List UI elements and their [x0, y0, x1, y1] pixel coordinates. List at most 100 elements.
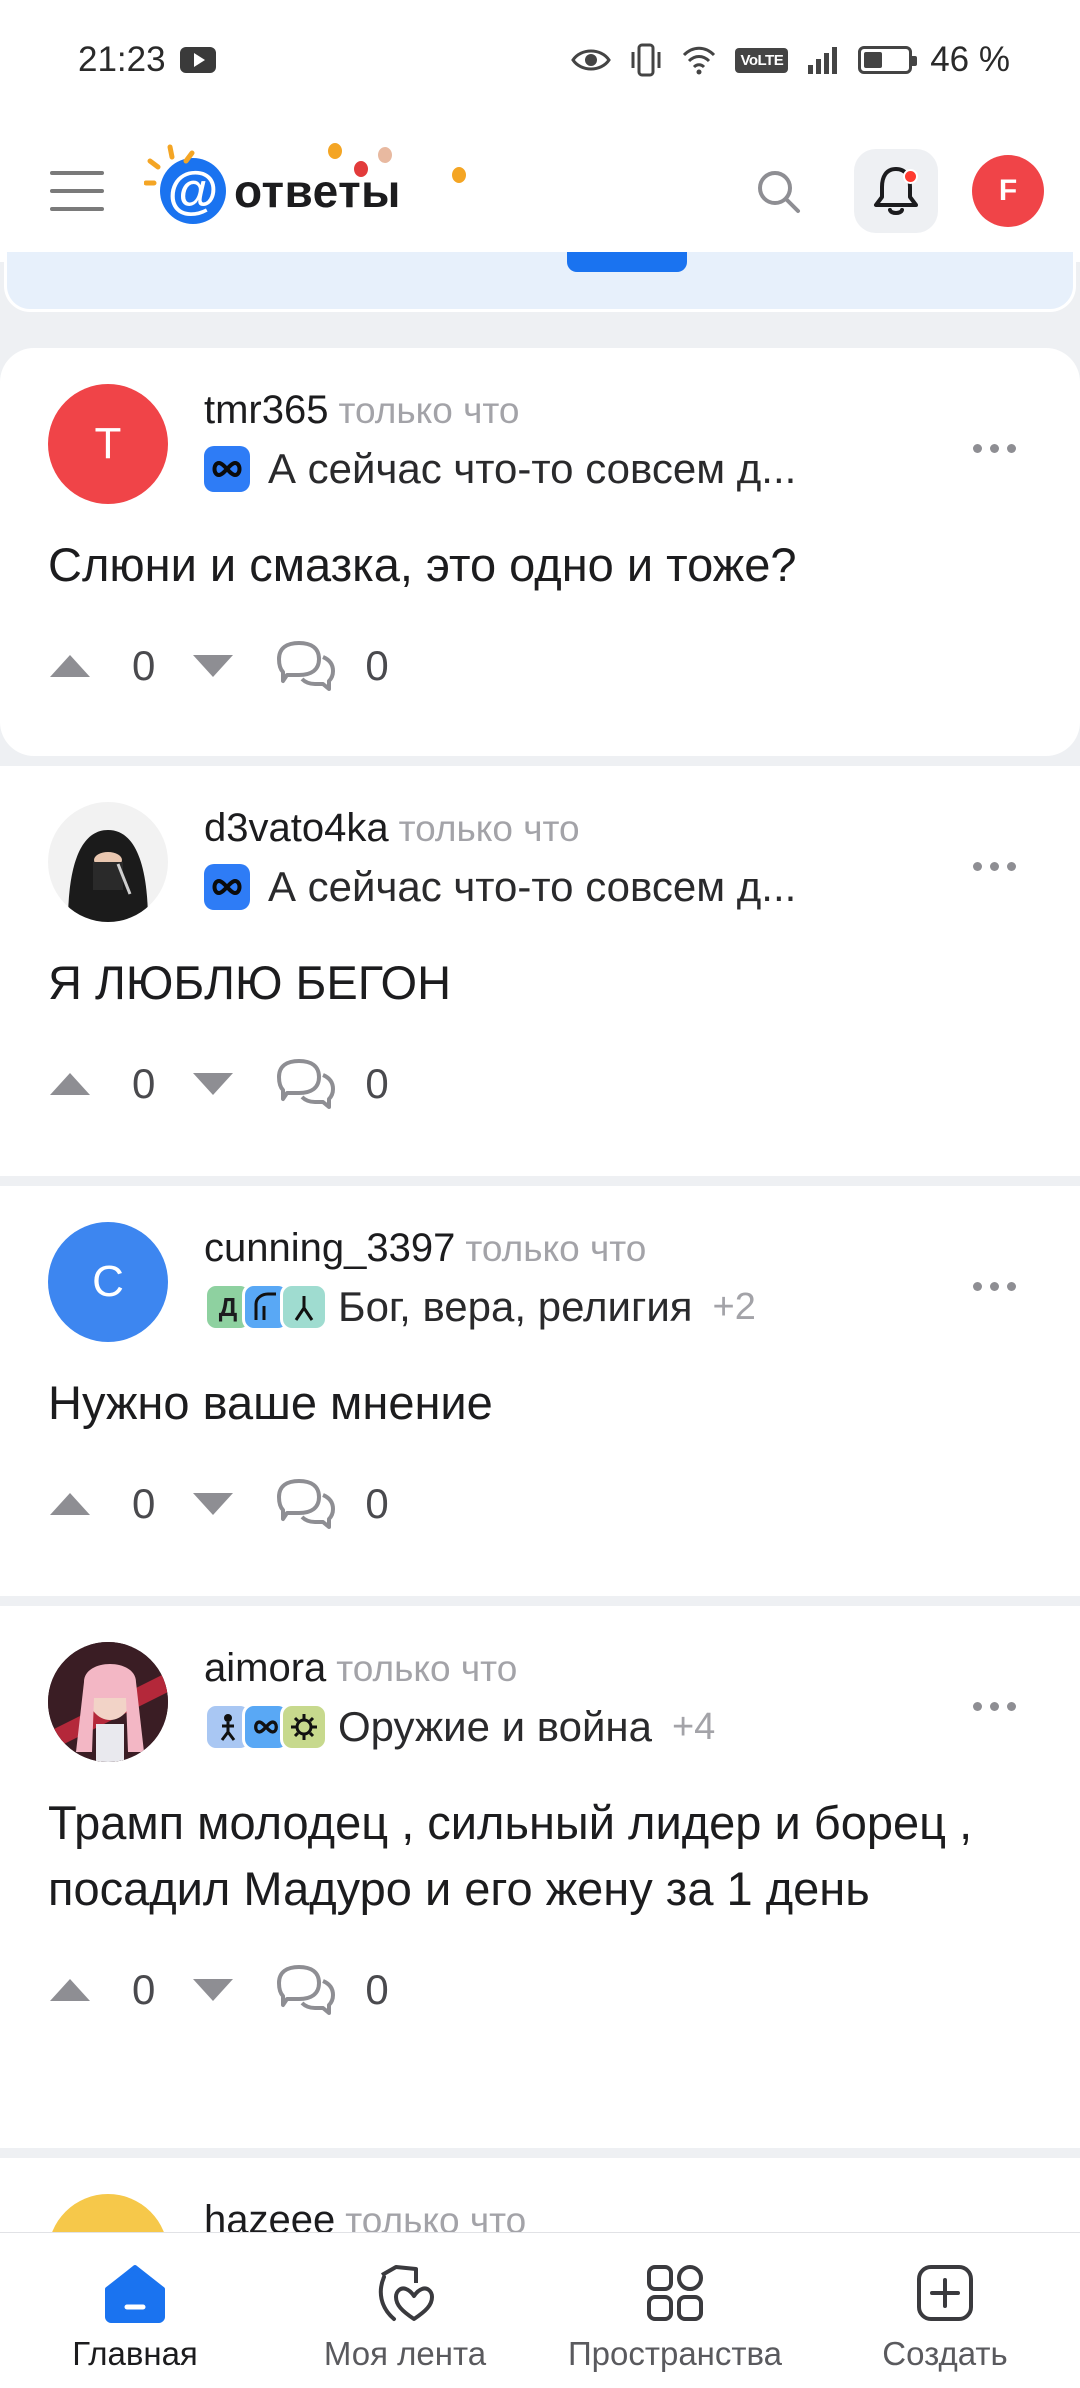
vote-count: 0	[132, 1966, 156, 2013]
battery-icon	[858, 46, 918, 74]
category-name: А сейчас что-то совсем д...	[268, 863, 797, 910]
question-meta: aimora только что Оружие и война +4	[204, 1642, 1032, 1751]
ornament-icon	[452, 167, 466, 183]
status-left: 21:23	[78, 40, 216, 80]
avatar[interactable]	[48, 802, 168, 922]
question-card[interactable]: d3vato4ka только что А сейчас что-то совс…	[0, 766, 1080, 1176]
vote-count: 0	[132, 642, 156, 689]
banner-strip	[0, 252, 1080, 320]
category[interactable]: А сейчас что-то совсем д...	[204, 445, 1032, 493]
more-options-button[interactable]	[973, 862, 1016, 871]
notification-dot	[903, 169, 918, 184]
question-header: T tmr365 только что А сейчас что-то совсе…	[48, 384, 1032, 504]
question-actions: 0 0	[48, 1960, 1032, 2020]
comments-button[interactable]: 0	[275, 1057, 424, 1111]
author-name[interactable]: d3vato4ka	[204, 806, 389, 850]
upvote-icon[interactable]	[48, 1975, 92, 2005]
infinity-icon	[204, 864, 250, 910]
question-title[interactable]: Я ЛЮБЛЮ БЕГОН	[48, 950, 1032, 1016]
status-right: VoLTE 46 %	[571, 40, 1010, 80]
more-options-button[interactable]	[973, 1282, 1016, 1291]
ornament-icon	[328, 143, 342, 159]
nav-feed[interactable]: Моя лента	[280, 2261, 530, 2373]
author-name[interactable]: aimora	[204, 1646, 326, 1690]
avatar[interactable]: T	[48, 384, 168, 504]
ornament-icon	[354, 161, 368, 177]
comment-count: 0	[365, 1480, 389, 1527]
grid-icon	[647, 2265, 703, 2321]
gear-icon	[280, 1703, 328, 1751]
profile-avatar[interactable]: F	[972, 155, 1044, 227]
category-more-count: +2	[712, 1285, 756, 1328]
upvote-icon[interactable]	[48, 1489, 92, 1519]
home-icon	[105, 2265, 165, 2323]
nav-home-label: Главная	[72, 2335, 198, 2372]
upvote-icon[interactable]	[48, 651, 92, 681]
infinity-icon	[204, 446, 250, 492]
downvote-icon[interactable]	[191, 1489, 235, 1519]
menu-button[interactable]	[50, 171, 104, 211]
timestamp: только что	[465, 1228, 647, 1269]
category-icons: Д	[204, 1283, 328, 1331]
comments-button[interactable]: 0	[275, 639, 424, 693]
author-name[interactable]: cunning_3397	[204, 1226, 455, 1270]
question-meta: d3vato4ka только что А сейчас что-то совс…	[204, 802, 1032, 911]
question-card[interactable]: C cunning_3397 только что Д Бог, вера, р…	[0, 1186, 1080, 1596]
vote-count: 0	[132, 1060, 156, 1107]
category[interactable]: Оружие и война +4	[204, 1703, 1032, 1751]
search-button[interactable]	[736, 149, 820, 233]
status-time: 21:23	[78, 40, 166, 79]
category-name: А сейчас что-то совсем д...	[268, 445, 797, 492]
header-actions: F	[736, 149, 1044, 233]
comments-icon	[277, 641, 336, 691]
question-meta: cunning_3397 только что Д Бог, вера, рели…	[204, 1222, 1032, 1331]
promo-banner[interactable]	[4, 252, 1076, 312]
author-name[interactable]: tmr365	[204, 388, 329, 432]
avatar-image	[48, 802, 168, 922]
comments-icon	[277, 1965, 336, 2015]
category-more-count: +4	[671, 1705, 716, 1748]
nav-home[interactable]: Главная	[10, 2261, 260, 2373]
question-actions: 0 0	[48, 636, 1032, 696]
logo[interactable]: @ ответы	[144, 131, 466, 251]
more-options-button[interactable]	[973, 444, 1016, 453]
question-title[interactable]: Слюни и смазка, это одно и тоже?	[48, 532, 1032, 598]
timestamp: только что	[338, 390, 520, 431]
comment-count: 0	[365, 1966, 389, 2013]
comment-count: 0	[365, 1060, 389, 1107]
app-header: @ ответы F	[0, 120, 1080, 262]
avatar-letter: T	[94, 419, 122, 468]
question-title[interactable]: Трамп молодец , сильный лидер и борец , …	[48, 1790, 1032, 1922]
question-feed: T tmr365 только что А сейчас что-то совсе…	[0, 348, 1080, 2368]
timestamp: только что	[336, 1648, 518, 1689]
comments-button[interactable]: 0	[275, 1963, 424, 2017]
plus-square-icon	[917, 2265, 973, 2321]
downvote-icon[interactable]	[191, 1069, 235, 1099]
eye-icon	[571, 46, 612, 74]
question-card[interactable]: T tmr365 только что А сейчас что-то совсе…	[0, 348, 1080, 756]
comments-icon	[277, 1479, 336, 1529]
downvote-icon[interactable]	[191, 651, 235, 681]
upvote-icon[interactable]	[48, 1069, 92, 1099]
nav-create[interactable]: Создать	[820, 2261, 1070, 2373]
question-header: aimora только что Оружие и война +4	[48, 1642, 1032, 1762]
comments-button[interactable]: 0	[275, 1477, 424, 1531]
more-options-button[interactable]	[973, 1702, 1016, 1711]
category[interactable]: Д Бог, вера, религия +2	[204, 1283, 1032, 1331]
wifi-icon	[681, 45, 717, 75]
question-actions: 0 0	[48, 1474, 1032, 1534]
question-card[interactable]: aimora только что Оружие и война +4 Трам…	[0, 1606, 1080, 2148]
question-meta: tmr365 только что А сейчас что-то совсем …	[204, 384, 1032, 493]
downvote-icon[interactable]	[191, 1975, 235, 2005]
timestamp: только что	[398, 808, 580, 849]
nav-spaces[interactable]: Пространства	[550, 2261, 800, 2373]
avatar[interactable]	[48, 1642, 168, 1762]
nav-feed-label: Моя лента	[323, 2335, 487, 2372]
heart-feed-icon	[378, 2265, 434, 2321]
search-icon	[758, 171, 800, 213]
person-icon	[280, 1283, 328, 1331]
avatar[interactable]: C	[48, 1222, 168, 1342]
category[interactable]: А сейчас что-то совсем д...	[204, 863, 1032, 911]
notifications-button[interactable]	[854, 149, 938, 233]
question-title[interactable]: Нужно ваше мнение	[48, 1370, 1032, 1436]
